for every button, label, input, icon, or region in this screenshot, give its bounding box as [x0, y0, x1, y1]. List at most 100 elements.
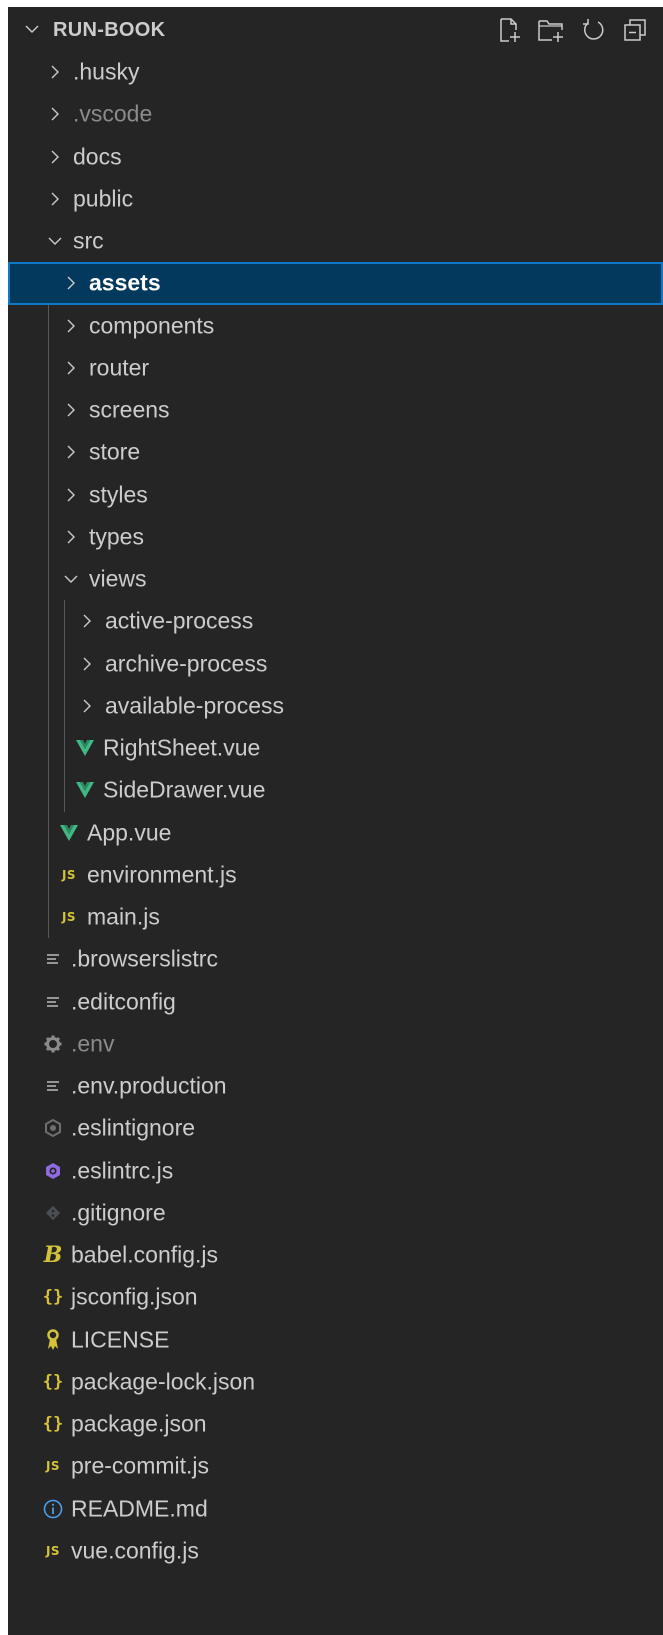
tree-item-label: .env.production	[71, 1072, 227, 1099]
tree-item-label: LICENSE	[71, 1326, 170, 1353]
tree-folder[interactable]: assets	[8, 262, 663, 305]
chevron-right-icon[interactable]	[60, 272, 82, 294]
tree-file[interactable]: {} package.json	[8, 1403, 663, 1445]
chevron-right-icon[interactable]	[60, 399, 82, 421]
chevron-right-icon[interactable]	[76, 695, 98, 717]
tree-file[interactable]: RightSheet.vue	[8, 727, 663, 770]
vue-file-icon	[74, 737, 96, 759]
chevron-down-icon[interactable]	[60, 568, 82, 590]
tree-folder[interactable]: screens	[8, 389, 663, 432]
indent-guide	[48, 431, 49, 474]
tree-item-label: views	[89, 565, 147, 592]
chevron-right-icon[interactable]	[60, 526, 82, 548]
tree-item-label: .env	[71, 1030, 115, 1057]
tree-item-label: RightSheet.vue	[103, 734, 261, 761]
explorer-header[interactable]: RUN-BOOK	[8, 7, 663, 51]
tree-file[interactable]: {} jsconfig.json	[8, 1276, 663, 1318]
indent-guide	[64, 727, 65, 770]
refresh-icon[interactable]	[579, 16, 607, 44]
tree-item-label: .eslintrc.js	[71, 1157, 174, 1184]
tree-item-label: .eslintignore	[71, 1114, 196, 1141]
tree-item-label: App.vue	[87, 819, 172, 846]
tree-item-label: pre-commit.js	[71, 1452, 210, 1479]
tree-item-label: package-lock.json	[71, 1368, 256, 1395]
text-file-icon	[42, 991, 64, 1013]
tree-file[interactable]: README.md	[8, 1488, 663, 1530]
tree-file[interactable]: JS main.js	[8, 896, 663, 939]
indent-guide	[64, 600, 65, 643]
tree-folder[interactable]: router	[8, 346, 663, 389]
tree-folder[interactable]: store	[8, 431, 663, 474]
tree-file[interactable]: {} package-lock.json	[8, 1361, 663, 1403]
tree-folder[interactable]: styles	[8, 473, 663, 516]
chevron-right-icon[interactable]	[76, 653, 98, 675]
text-file-icon	[42, 948, 64, 970]
chevron-right-icon[interactable]	[60, 484, 82, 506]
gear-icon	[42, 1033, 64, 1055]
vue-file-icon	[74, 779, 96, 801]
text-file-icon	[42, 1075, 64, 1097]
tree-item-label: environment.js	[87, 861, 237, 888]
tree-file[interactable]: .env	[8, 1023, 663, 1065]
tree-file[interactable]: .eslintrc.js	[8, 1150, 663, 1192]
tree-item-label: jsconfig.json	[71, 1283, 198, 1310]
tree-item-label: active-process	[105, 607, 254, 634]
tree-folder[interactable]: available-process	[8, 684, 663, 727]
tree-file[interactable]: LICENSE	[8, 1319, 663, 1361]
new-folder-icon[interactable]	[537, 16, 565, 44]
javascript-file-icon: JS	[45, 1459, 61, 1474]
chevron-right-icon[interactable]	[60, 357, 82, 379]
tree-file[interactable]: .env.production	[8, 1065, 663, 1107]
indent-guide	[64, 769, 65, 812]
tree-item-label: .editconfig	[71, 988, 176, 1015]
tree-item-label: src	[73, 227, 104, 254]
eslint-icon	[42, 1160, 64, 1182]
file-tree: .husky .vscode docs public src assets componen…	[8, 51, 663, 1572]
tree-file[interactable]: App.vue	[8, 811, 663, 854]
tree-file[interactable]: .editconfig	[8, 981, 663, 1023]
tree-folder[interactable]: docs	[8, 136, 663, 178]
chevron-right-icon[interactable]	[44, 188, 66, 210]
tree-folder[interactable]: src	[8, 220, 663, 262]
new-file-icon[interactable]	[495, 16, 523, 44]
chevron-right-icon[interactable]	[76, 610, 98, 632]
tree-folder[interactable]: .husky	[8, 51, 663, 93]
tree-file[interactable]: JS vue.config.js	[8, 1530, 663, 1572]
collapse-all-icon[interactable]	[621, 16, 649, 44]
indent-guide	[64, 684, 65, 727]
tree-folder[interactable]: components	[8, 304, 663, 347]
tree-folder[interactable]: views	[8, 558, 663, 601]
chevron-down-icon[interactable]	[24, 21, 40, 37]
tree-item-label: README.md	[71, 1495, 208, 1522]
tree-folder[interactable]: active-process	[8, 600, 663, 643]
tree-item-label: docs	[73, 143, 122, 170]
tree-file[interactable]: JS environment.js	[8, 853, 663, 896]
indent-guide	[48, 304, 49, 347]
tree-folder[interactable]: .vscode	[8, 93, 663, 135]
tree-folder[interactable]: types	[8, 515, 663, 558]
chevron-down-icon[interactable]	[44, 230, 66, 252]
json-file-icon: {}	[42, 1287, 64, 1308]
tree-item-label: .vscode	[73, 100, 153, 127]
explorer-title: RUN-BOOK	[53, 19, 166, 41]
tree-item-label: vue.config.js	[71, 1537, 199, 1564]
chevron-right-icon[interactable]	[44, 61, 66, 83]
tree-file[interactable]: .browserslistrc	[8, 938, 663, 980]
tree-file[interactable]: .gitignore	[8, 1192, 663, 1234]
javascript-file-icon: JS	[61, 910, 77, 925]
tree-folder[interactable]: public	[8, 178, 663, 220]
tree-item-label: styles	[89, 481, 148, 508]
chevron-right-icon[interactable]	[60, 441, 82, 463]
indent-guide	[48, 684, 49, 727]
tree-item-label: store	[89, 438, 141, 465]
tree-file[interactable]: SideDrawer.vue	[8, 769, 663, 812]
chevron-right-icon[interactable]	[44, 146, 66, 168]
chevron-right-icon[interactable]	[44, 103, 66, 125]
tree-folder[interactable]: archive-process	[8, 642, 663, 685]
chevron-right-icon[interactable]	[60, 315, 82, 337]
tree-file[interactable]: JS pre-commit.js	[8, 1445, 663, 1487]
tree-file[interactable]: Bbabel.config.js	[8, 1234, 663, 1276]
tree-file[interactable]: .eslintignore	[8, 1107, 663, 1149]
indent-guide	[48, 811, 49, 854]
indent-guide	[48, 473, 49, 516]
